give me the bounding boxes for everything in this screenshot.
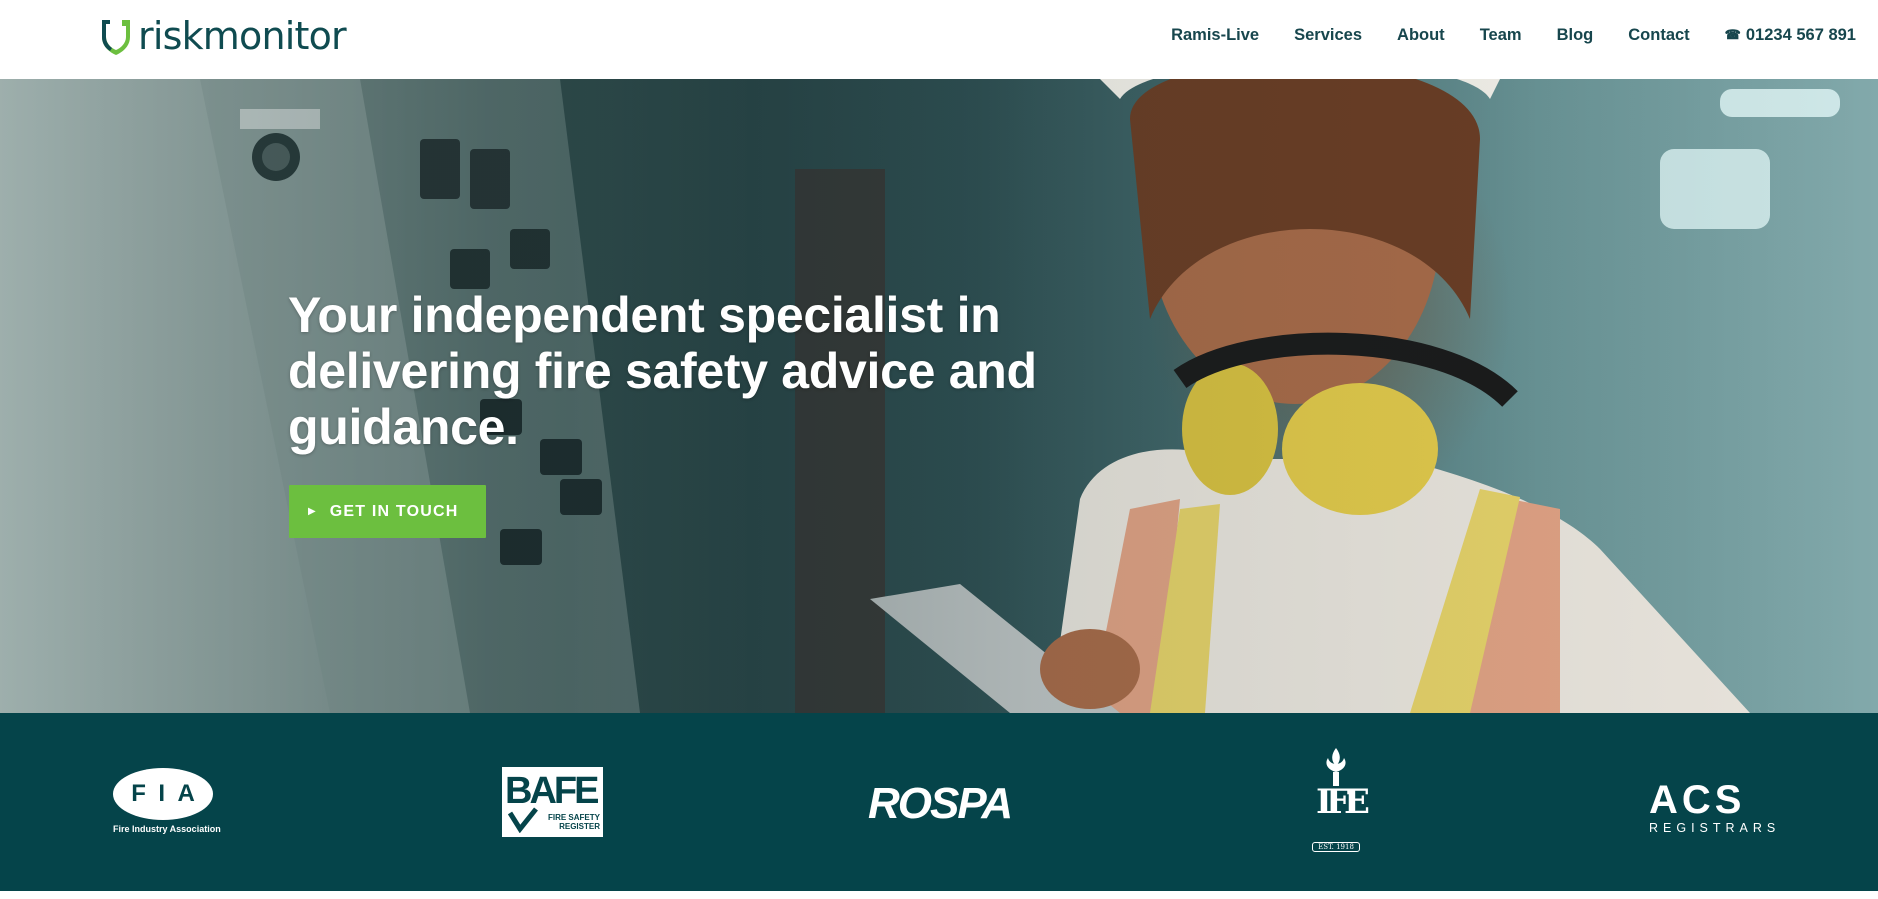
riskmonitor-logo[interactable]: riskmonitor (98, 12, 347, 60)
get-in-touch-label: GET IN TOUCH (329, 502, 459, 520)
acs-subtitle: REGISTRARS (1649, 821, 1781, 835)
phone-icon: ☎ (1724, 27, 1741, 42)
hero-banner: Your independent specialist in deliverin… (0, 79, 1878, 713)
nav-link-ramis-live[interactable]: Ramis-Live (1171, 22, 1259, 48)
acs-logo: ACS REGISTRARS (1649, 778, 1801, 835)
fia-caption: Fire Industry Association (113, 824, 221, 834)
ife-monogram: IFE (1316, 782, 1370, 822)
fia-oval: F I A (113, 768, 213, 820)
fia-logo: F I A Fire Industry Association (113, 768, 221, 840)
acs-wordmark: ACS (1649, 778, 1746, 822)
main-nav: Ramis-Live Services About Team Blog Cont… (1136, 22, 1856, 48)
phone-link[interactable]: ☎ 01234 567 891 (1725, 22, 1856, 48)
page-bottom-edge (0, 891, 1878, 899)
phone-number: 01234 567 891 (1745, 26, 1856, 44)
nav-link-blog[interactable]: Blog (1557, 22, 1594, 48)
ife-logo: IFE EST. 1918 (1308, 746, 1370, 864)
ife-est: EST. 1918 (1312, 842, 1360, 852)
bafe-wordmark: BAFE (505, 770, 599, 812)
accreditations-strip: F I A Fire Industry Association BAFE FIR… (0, 713, 1878, 891)
torch-icon (1326, 748, 1346, 786)
check-icon (508, 807, 538, 833)
bafe-logo: BAFE FIRE SAFETY REGISTER (502, 767, 603, 837)
hero-headline: Your independent specialist in deliverin… (288, 287, 1037, 455)
site-header: riskmonitor Ramis-Live Services About Te… (0, 0, 1878, 79)
fia-letter-i: I (158, 780, 165, 807)
nav-link-team[interactable]: Team (1480, 22, 1522, 48)
get-in-touch-button[interactable]: ▶ GET IN TOUCH (289, 485, 486, 538)
play-icon: ▶ (308, 505, 316, 517)
shield-icon (102, 20, 130, 55)
bafe-subtitle: FIRE SAFETY REGISTER (547, 813, 600, 831)
nav-link-about[interactable]: About (1397, 22, 1445, 48)
nav-link-contact[interactable]: Contact (1628, 22, 1689, 48)
rospa-logo: ROSPA (868, 779, 1013, 828)
fia-letter-f: F (131, 780, 146, 807)
fia-letter-a: A (177, 780, 195, 807)
logo-wordmark: riskmonitor (138, 14, 347, 58)
nav-link-services[interactable]: Services (1294, 22, 1362, 48)
